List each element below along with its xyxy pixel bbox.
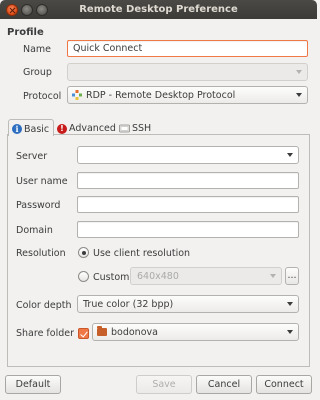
protocol-label: Protocol — [23, 91, 62, 102]
protocol-value: RDP - Remote Desktop Protocol — [86, 90, 236, 101]
name-label: Name — [23, 44, 52, 55]
tab-basic-label: Basic — [24, 123, 50, 135]
custom-resolution-radio[interactable] — [78, 271, 89, 282]
resolution-browse-button[interactable]: ... — [285, 267, 299, 285]
rdp-protocol-icon — [72, 90, 82, 100]
color-depth-label: Color depth — [16, 300, 72, 311]
default-button[interactable]: Default — [5, 375, 61, 394]
server-combo[interactable] — [77, 146, 299, 164]
group-combo[interactable] — [67, 63, 308, 81]
username-field[interactable] — [77, 172, 299, 189]
chevron-down-icon — [296, 93, 302, 97]
title-bar: Remote Desktop Preference — [0, 0, 317, 19]
color-depth-combo[interactable]: True color (32 bpp) — [77, 295, 299, 313]
cancel-button[interactable]: Cancel — [196, 375, 252, 394]
username-label: User name — [16, 176, 68, 187]
custom-resolution-combo[interactable]: 640x480 — [130, 267, 282, 285]
use-client-resolution-label[interactable]: Use client resolution — [93, 248, 190, 259]
ssh-icon — [119, 124, 130, 132]
chevron-down-icon — [287, 330, 293, 334]
profile-heading: Profile — [7, 27, 44, 38]
color-depth-value: True color (32 bpp) — [83, 299, 174, 310]
share-folder-combo[interactable]: bodonova — [92, 323, 299, 341]
save-button[interactable]: Save — [136, 375, 192, 394]
share-folder-checkbox[interactable] — [78, 328, 89, 339]
password-field[interactable] — [77, 196, 299, 213]
info-icon: i — [12, 124, 22, 134]
domain-field[interactable] — [77, 221, 299, 238]
window-title: Remote Desktop Preference — [79, 4, 238, 15]
share-folder-label: Share folder — [16, 328, 75, 339]
connect-button[interactable]: Connect — [256, 375, 312, 394]
password-label: Password — [16, 200, 61, 211]
folder-icon — [97, 326, 107, 336]
tab-advanced-label: Advanced — [69, 123, 116, 134]
custom-resolution-label[interactable]: Custom — [93, 272, 129, 283]
group-label: Group — [23, 67, 52, 78]
warning-icon: ! — [57, 123, 67, 134]
resolution-label: Resolution — [16, 248, 66, 259]
share-folder-value: bodonova — [111, 327, 158, 338]
protocol-combo[interactable]: RDP - Remote Desktop Protocol — [67, 86, 308, 104]
tab-ssh-label: SSH — [132, 123, 152, 134]
domain-label: Domain — [16, 225, 53, 236]
chevron-down-icon — [270, 274, 276, 278]
chevron-down-icon — [287, 153, 293, 157]
tab-basic[interactable]: i Basic — [8, 119, 55, 136]
custom-resolution-value: 640x480 — [137, 271, 179, 282]
chevron-down-icon — [296, 70, 302, 74]
use-client-resolution-radio[interactable] — [78, 247, 89, 258]
server-label: Server — [16, 151, 48, 162]
chevron-down-icon — [287, 302, 293, 306]
name-field[interactable]: Quick Connect — [67, 40, 308, 57]
